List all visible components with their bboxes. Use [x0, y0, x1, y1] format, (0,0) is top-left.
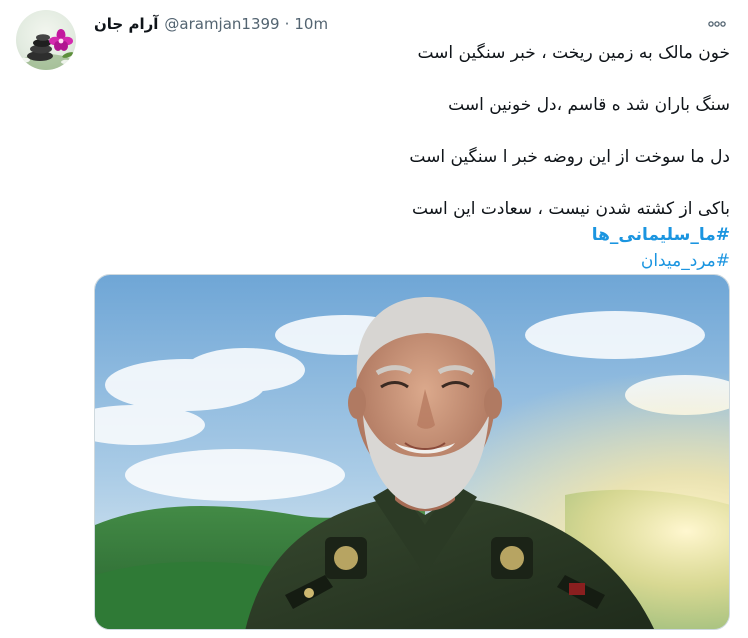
more-horizontal-icon: [708, 21, 726, 27]
tweet-header: آرام جان @aramjan1399 · 10m: [94, 12, 328, 36]
separator-dot: ·: [284, 15, 290, 33]
tweet-media-image[interactable]: [94, 274, 730, 630]
tweet-line: خون مالک به زمین ریخت ، خبر سنگین است: [417, 43, 730, 63]
author-display-name[interactable]: آرام جان: [94, 15, 158, 33]
hashtag-link[interactable]: #مرد_میدان: [94, 248, 730, 274]
tweet[interactable]: آرام جان @aramjan1399 · 10m خون مالک به …: [0, 0, 748, 638]
hashtag-link[interactable]: #ما_سلیمانی_ها: [94, 222, 730, 248]
more-options-button[interactable]: [700, 12, 734, 36]
author-handle[interactable]: @aramjan1399: [164, 15, 279, 33]
portrait-photo: [95, 275, 729, 629]
tweet-text: خون مالک به زمین ریخت ، خبر سنگین است سن…: [94, 40, 730, 274]
timestamp[interactable]: 10m: [294, 15, 328, 33]
tweet-line: دل ما سوخت از این روضه خبر ا سنگین است: [409, 147, 730, 167]
tweet-line: سنگ باران شد ه قاسم ،دل خونین است: [448, 95, 730, 115]
avatar[interactable]: [16, 10, 76, 70]
avatar-image: [20, 29, 74, 70]
tweet-line: باکی از کشته شدن نیست ، سعادت این است: [412, 199, 730, 219]
